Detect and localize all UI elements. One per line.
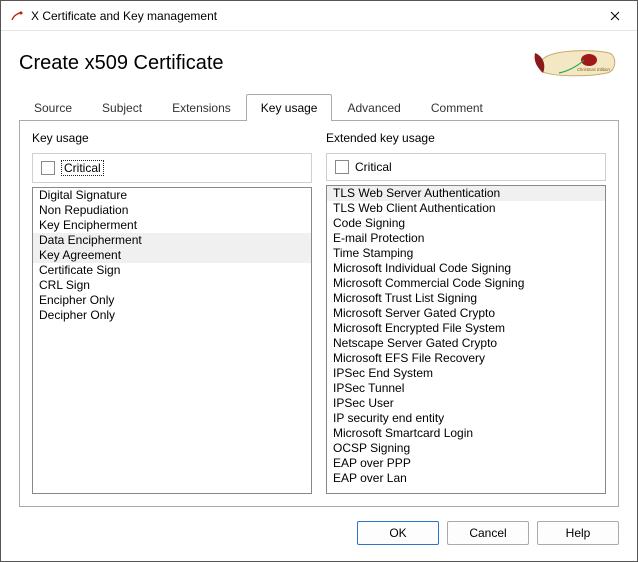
ok-button[interactable]: OK <box>357 521 439 545</box>
key-usage-listbox[interactable]: Digital SignatureNon RepudiationKey Enci… <box>32 187 312 494</box>
tab-subject[interactable]: Subject <box>87 94 157 121</box>
key-usage-item[interactable]: Decipher Only <box>33 308 311 323</box>
svg-text:Christmas Edition: Christmas Edition <box>577 67 610 72</box>
extended-key-usage-item[interactable]: TLS Web Client Authentication <box>327 201 605 216</box>
extended-key-usage-item[interactable]: OCSP Signing <box>327 441 605 456</box>
extended-key-usage-item[interactable]: TLS Web Server Authentication <box>327 186 605 201</box>
extended-key-usage-listbox[interactable]: TLS Web Server AuthenticationTLS Web Cli… <box>326 185 606 494</box>
key-usage-item[interactable]: Key Agreement <box>33 248 311 263</box>
extended-key-usage-item[interactable]: Code Signing <box>327 216 605 231</box>
close-button[interactable] <box>592 1 637 31</box>
extended-key-usage-label: Extended key usage <box>326 131 606 145</box>
extended-key-usage-item[interactable]: Microsoft Commercial Code Signing <box>327 276 605 291</box>
key-usage-item[interactable]: CRL Sign <box>33 278 311 293</box>
dialog-buttons: OK Cancel Help <box>1 521 637 561</box>
key-usage-label: Key usage <box>32 131 312 145</box>
extended-key-usage-item[interactable]: Time Stamping <box>327 246 605 261</box>
extended-key-usage-item[interactable]: IPSec Tunnel <box>327 381 605 396</box>
extended-key-usage-item[interactable]: Microsoft Individual Code Signing <box>327 261 605 276</box>
extended-key-usage-item[interactable]: Netscape Server Gated Crypto <box>327 336 605 351</box>
extended-key-usage-item[interactable]: IPSec End System <box>327 366 605 381</box>
extended-key-usage-critical-label[interactable]: Critical <box>355 160 392 174</box>
tab-key-usage[interactable]: Key usage <box>246 94 333 121</box>
extended-key-usage-item[interactable]: E-mail Protection <box>327 231 605 246</box>
tab-extensions[interactable]: Extensions <box>157 94 246 121</box>
tab-content: Key usage Critical Digital SignatureNon … <box>19 120 619 507</box>
tab-advanced[interactable]: Advanced <box>332 94 415 121</box>
extended-key-usage-item[interactable]: Microsoft Smartcard Login <box>327 426 605 441</box>
extended-key-usage-item[interactable]: EAP over PPP <box>327 456 605 471</box>
key-usage-critical-checkbox[interactable] <box>41 161 55 175</box>
tabs: SourceSubjectExtensionsKey usageAdvanced… <box>1 93 637 120</box>
extended-key-usage-item[interactable]: IP security end entity <box>327 411 605 426</box>
header: Create x509 Certificate Christmas Editio… <box>1 31 637 93</box>
key-usage-panel: Key usage Critical Digital SignatureNon … <box>32 131 312 494</box>
key-usage-item[interactable]: Key Encipherment <box>33 218 311 233</box>
extended-key-usage-panel: Extended key usage Critical TLS Web Serv… <box>326 131 606 494</box>
extended-key-usage-item[interactable]: Microsoft Encrypted File System <box>327 321 605 336</box>
tab-comment[interactable]: Comment <box>416 94 498 121</box>
titlebar: X Certificate and Key management <box>1 1 637 31</box>
extended-key-usage-critical-group: Critical <box>326 153 606 181</box>
extended-key-usage-critical-checkbox[interactable] <box>335 160 349 174</box>
extended-key-usage-item[interactable]: Microsoft EFS File Recovery <box>327 351 605 366</box>
help-button[interactable]: Help <box>537 521 619 545</box>
tab-source[interactable]: Source <box>19 94 87 121</box>
key-usage-item[interactable]: Data Encipherment <box>33 233 311 248</box>
window-title: X Certificate and Key management <box>31 9 592 23</box>
extended-key-usage-item[interactable]: IPSec User <box>327 396 605 411</box>
dialog-window: X Certificate and Key management Create … <box>0 0 638 562</box>
extended-key-usage-item[interactable]: Microsoft Server Gated Crypto <box>327 306 605 321</box>
key-usage-critical-label[interactable]: Critical <box>61 160 104 176</box>
extended-key-usage-item[interactable]: EAP over Lan <box>327 471 605 486</box>
key-usage-item[interactable]: Digital Signature <box>33 188 311 203</box>
key-usage-item[interactable]: Encipher Only <box>33 293 311 308</box>
app-logo: Christmas Edition <box>529 43 619 83</box>
cancel-button[interactable]: Cancel <box>447 521 529 545</box>
key-usage-item[interactable]: Non Repudiation <box>33 203 311 218</box>
close-icon <box>610 11 620 21</box>
app-icon <box>9 8 25 24</box>
key-usage-critical-group: Critical <box>32 153 312 183</box>
page-title: Create x509 Certificate <box>19 52 529 75</box>
key-usage-item[interactable]: Certificate Sign <box>33 263 311 278</box>
extended-key-usage-item[interactable]: Microsoft Trust List Signing <box>327 291 605 306</box>
